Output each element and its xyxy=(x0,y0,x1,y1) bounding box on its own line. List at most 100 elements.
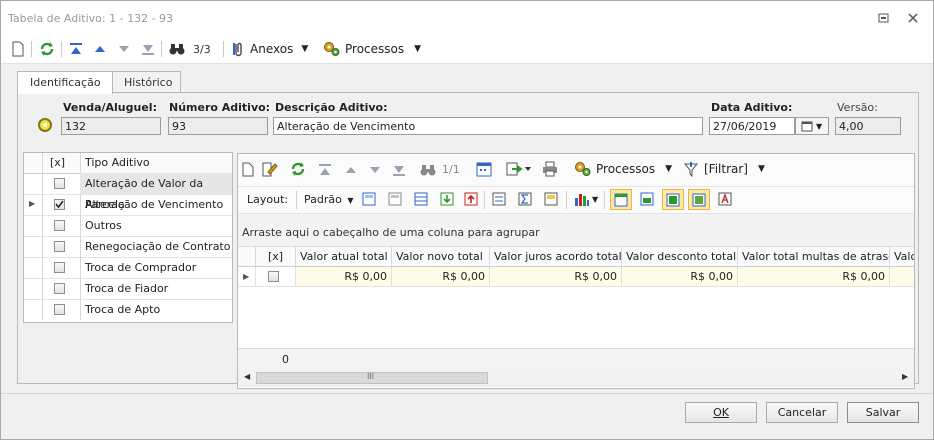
close-button[interactable] xyxy=(903,9,923,27)
grid-new-button[interactable] xyxy=(242,162,254,180)
first-record-button[interactable] xyxy=(69,39,83,59)
font-style-button[interactable] xyxy=(718,192,732,209)
layout-label: Layout: xyxy=(247,193,289,206)
versao-field[interactable]: 4,00 xyxy=(835,117,901,135)
anexos-button[interactable]: Anexos ▼ xyxy=(231,39,308,59)
list-item[interactable]: Troca de Apto xyxy=(24,299,232,320)
view-header-toggle[interactable] xyxy=(610,189,632,210)
col-valor-atual-total[interactable]: Valor atual total xyxy=(296,247,392,266)
list-item[interactable]: Alteração de Valor da Parcela xyxy=(24,173,232,211)
data-field[interactable]: 27/06/2019 xyxy=(709,117,795,135)
list-item[interactable]: Renegociação de Contrato xyxy=(24,236,232,258)
row-checkbox[interactable] xyxy=(54,262,65,273)
row-checkbox[interactable] xyxy=(54,178,65,189)
refresh-icon xyxy=(291,162,305,176)
layout-import-button[interactable] xyxy=(440,192,454,209)
refresh-button[interactable] xyxy=(39,39,55,59)
previous-record-button[interactable] xyxy=(93,39,107,59)
scrollbar-thumb[interactable]: III xyxy=(256,372,488,384)
col-valor-total-multas[interactable]: Valor total multas de atraso xyxy=(738,247,890,266)
grid-refresh-button[interactable] xyxy=(290,161,306,180)
row-checkbox[interactable] xyxy=(54,220,65,231)
processos-button[interactable]: Processos ▼ xyxy=(323,39,421,59)
scroll-right-icon[interactable]: ▶ xyxy=(902,372,908,381)
grid-columns-button[interactable] xyxy=(476,161,492,180)
close-icon xyxy=(908,13,918,23)
scroll-grip: III xyxy=(367,372,375,381)
row-checkbox[interactable] xyxy=(54,241,65,252)
grid-search-button[interactable] xyxy=(420,163,436,180)
row-checkbox-checked[interactable] xyxy=(54,199,65,210)
list-item[interactable]: Outros xyxy=(24,215,232,237)
grid-next-button[interactable] xyxy=(368,163,382,180)
layout-padrao-dropdown[interactable]: Padrão ▼ xyxy=(304,193,354,206)
list-item[interactable]: ▶ Alteração de Vencimento xyxy=(24,194,232,216)
grid-processos-button[interactable]: Processos ▼ xyxy=(574,161,672,177)
grid-filtrar-button[interactable]: [Filtrar] ▼ xyxy=(684,161,765,177)
cell-valor-novo-total[interactable]: R$ 0,00 xyxy=(392,267,490,286)
list-item[interactable]: Troca de Fiador xyxy=(24,278,232,300)
numero-field[interactable]: 93 xyxy=(168,117,268,135)
last-icon xyxy=(142,45,154,55)
triangle-down-icon xyxy=(119,46,129,52)
col-valor-truncated[interactable]: Valo xyxy=(890,247,914,266)
last-record-button[interactable] xyxy=(141,39,155,59)
versao-label: Versão: xyxy=(837,101,878,114)
tab-identificacao[interactable]: Identificação xyxy=(17,71,113,94)
next-record-button[interactable] xyxy=(117,39,131,59)
restore-button[interactable] xyxy=(873,9,893,27)
group-panel-button[interactable] xyxy=(492,192,506,209)
layout-view-button[interactable] xyxy=(414,192,428,209)
venda-field[interactable]: 132 xyxy=(61,117,161,135)
ok-button[interactable]: OK xyxy=(685,402,757,423)
view-footer-toggle[interactable] xyxy=(640,192,654,209)
cancelar-button[interactable]: Cancelar xyxy=(766,402,838,423)
numero-label: Número Aditivo: xyxy=(169,101,271,114)
col-check-header[interactable]: [x] xyxy=(50,156,65,169)
col-valor-novo-total[interactable]: Valor novo total xyxy=(392,247,490,266)
cell-valor-atual-total[interactable]: R$ 0,00 xyxy=(296,267,392,286)
horizontal-scrollbar[interactable]: ◀ III ▶ xyxy=(238,369,914,387)
grid-previous-button[interactable] xyxy=(344,163,358,180)
col-valor-juros-acordo-total[interactable]: Valor juros acordo total xyxy=(490,247,622,266)
grid-edit-button[interactable] xyxy=(262,162,278,180)
grid-first-button[interactable] xyxy=(318,163,332,180)
group-by-panel[interactable]: Arraste aqui o cabeçalho de uma coluna p… xyxy=(238,214,914,247)
calendar-dropdown-button[interactable]: ▼ xyxy=(795,117,829,135)
grid-last-button[interactable] xyxy=(392,163,406,180)
layout-export-button[interactable] xyxy=(464,192,478,209)
tab-historico[interactable]: Histórico xyxy=(111,71,181,93)
summary-button[interactable] xyxy=(518,192,532,209)
grid-export-button[interactable] xyxy=(506,161,532,180)
layout-delete-button[interactable] xyxy=(388,192,402,209)
current-row-indicator-icon: ▶ xyxy=(29,199,36,208)
grid-print-button[interactable] xyxy=(542,161,558,180)
chart-button[interactable]: ▼ xyxy=(574,192,598,206)
col-check-header[interactable]: [x] xyxy=(256,247,296,266)
autofilter-button[interactable] xyxy=(544,192,558,209)
descricao-field[interactable]: Alteração de Vencimento xyxy=(273,117,703,135)
salvar-button[interactable]: Salvar xyxy=(847,402,919,423)
window-title: Tabela de Aditivo: 1 - 132 - 93 xyxy=(8,12,174,25)
new-button[interactable] xyxy=(11,39,25,59)
tipo-aditivo-label: Troca de Apto xyxy=(85,303,161,316)
col-tipo-header[interactable]: Tipo Aditivo xyxy=(85,156,150,169)
row-checkbox[interactable] xyxy=(54,283,65,294)
layout-save-button[interactable] xyxy=(362,192,376,209)
view-indicator-toggle[interactable] xyxy=(688,189,710,210)
cell-valor-juros-acordo-total[interactable]: R$ 0,00 xyxy=(490,267,622,286)
font-icon xyxy=(718,192,732,206)
search-button[interactable] xyxy=(169,39,185,59)
list-item[interactable]: Troca de Comprador xyxy=(24,257,232,279)
tipo-aditivo-grid: [x] Tipo Aditivo Alteração de Valor da P… xyxy=(23,152,233,323)
view-band-toggle[interactable] xyxy=(662,189,684,210)
col-valor-desconto-total[interactable]: Valor desconto total xyxy=(622,247,738,266)
valores-grid-panel: 1/1 Processos ▼ [Filtrar] ▼ Layout: Padr… xyxy=(237,153,915,389)
cell-valor-total-multas[interactable]: R$ 0,00 xyxy=(738,267,890,286)
tipo-aditivo-label: Troca de Comprador xyxy=(85,261,197,274)
table-row[interactable]: ▶ R$ 0,00 R$ 0,00 R$ 0,00 R$ 0,00 R$ 0,0… xyxy=(238,267,914,287)
row-checkbox[interactable] xyxy=(54,304,65,315)
row-checkbox[interactable] xyxy=(268,271,279,282)
cell-valor-desconto-total[interactable]: R$ 0,00 xyxy=(622,267,738,286)
scroll-left-icon[interactable]: ◀ xyxy=(244,372,250,381)
